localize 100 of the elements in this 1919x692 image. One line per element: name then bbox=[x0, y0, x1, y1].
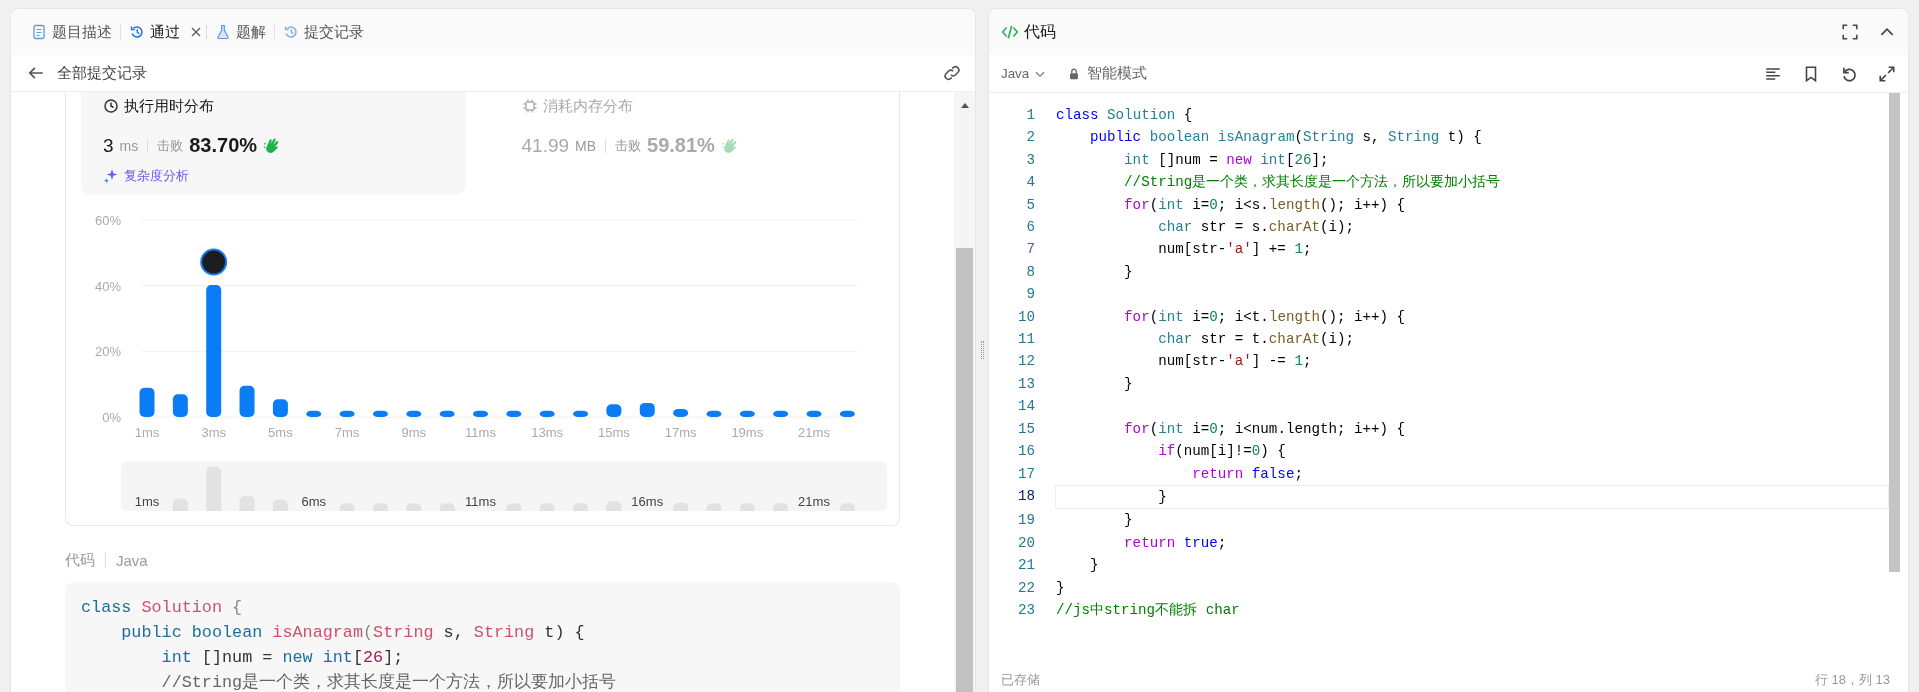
chart-navigator[interactable]: 1ms 6ms 11ms 16ms 21ms bbox=[121, 461, 887, 511]
beats-label: 击败 bbox=[157, 136, 184, 155]
bar bbox=[806, 410, 822, 417]
code-line: if(num[i]!=0) { bbox=[1157, 442, 1287, 462]
language-select[interactable]: Java bbox=[1001, 66, 1048, 81]
line-number: 7 bbox=[1025, 240, 1035, 260]
scrollbar-thumb[interactable] bbox=[1889, 93, 1900, 572]
save-status: 已存储 bbox=[1001, 671, 1040, 689]
beats-percent: 59.81% bbox=[647, 134, 715, 157]
bar bbox=[539, 410, 555, 417]
mini-bar bbox=[406, 503, 422, 511]
axis-label: 60% bbox=[94, 213, 121, 228]
bar bbox=[573, 410, 589, 417]
history-icon bbox=[283, 24, 299, 40]
bar bbox=[339, 410, 355, 417]
bar bbox=[506, 410, 522, 417]
line-number: 1 bbox=[1025, 106, 1035, 125]
line-number: 12 bbox=[1016, 352, 1035, 372]
bar bbox=[839, 410, 855, 417]
history-icon bbox=[129, 24, 145, 40]
bar bbox=[139, 387, 155, 417]
axis-label: 11ms bbox=[465, 494, 496, 509]
code-line: return true; bbox=[1123, 533, 1228, 553]
code-line: public boolean isAnagram(String s, String t) { bbox=[120, 622, 585, 644]
axis-label: 21ms bbox=[798, 425, 830, 440]
line-number: 8 bbox=[1025, 262, 1035, 282]
bar bbox=[473, 410, 488, 417]
bar bbox=[673, 409, 689, 417]
tab[interactable]: 题目描述 bbox=[25, 17, 118, 47]
axis-label: 40% bbox=[94, 278, 121, 294]
bar bbox=[439, 410, 455, 417]
stat-value: 3 bbox=[103, 134, 114, 157]
cursor-position: 行 18，列 13 bbox=[1814, 671, 1890, 689]
line-number: 4 bbox=[1025, 173, 1035, 193]
line-number: 21 bbox=[1016, 556, 1035, 576]
bar bbox=[739, 410, 755, 417]
clock-icon bbox=[103, 98, 119, 114]
axis-label: 7ms bbox=[334, 425, 360, 440]
axis-label: 0% bbox=[102, 410, 121, 425]
code-line: public boolean isAnagram(String s, String t) { bbox=[1089, 128, 1483, 148]
axis-label: 11ms bbox=[465, 425, 496, 440]
axis-label: 19ms bbox=[731, 425, 764, 440]
line-number: 13 bbox=[1016, 374, 1035, 394]
document-icon bbox=[31, 24, 47, 40]
code-line: int []num = new int[26]; bbox=[160, 647, 404, 669]
code-line: char str = t.charAt(i); bbox=[1157, 330, 1355, 350]
line-number: 20 bbox=[1016, 533, 1035, 553]
chip-icon bbox=[521, 98, 538, 114]
flask-icon bbox=[215, 24, 231, 40]
bar bbox=[773, 410, 789, 417]
code-line: //String是一个类，求其长度是一个方法，所以要加小括号 bbox=[160, 671, 617, 692]
fullscreen-icon[interactable] bbox=[1841, 23, 1859, 41]
axis-label: 3ms bbox=[201, 425, 226, 440]
mini-bar bbox=[839, 503, 855, 511]
mini-bar bbox=[372, 503, 388, 511]
bar bbox=[406, 410, 422, 417]
line-number: 22 bbox=[1016, 578, 1035, 598]
mini-bar bbox=[439, 503, 455, 511]
axis-label: 5ms bbox=[268, 425, 293, 440]
code-line: return false; bbox=[1191, 464, 1304, 484]
panel-title: 代码 bbox=[1024, 21, 1057, 42]
mini-bar bbox=[573, 503, 589, 511]
line-number: 10 bbox=[1016, 307, 1035, 327]
mini-bar bbox=[773, 503, 789, 511]
bar bbox=[306, 410, 322, 417]
line-number: 11 bbox=[1016, 330, 1035, 350]
axis-label: 20% bbox=[94, 344, 121, 360]
mini-bar bbox=[673, 502, 689, 511]
bar bbox=[239, 385, 255, 417]
code-line: class Solution { bbox=[1056, 106, 1194, 125]
mini-bar bbox=[206, 466, 222, 511]
resize-handle[interactable] bbox=[980, 341, 984, 359]
mini-bar bbox=[239, 496, 255, 511]
complexity-link[interactable]: 复杂度分析 bbox=[124, 167, 189, 185]
mini-bar bbox=[706, 503, 722, 511]
stat-title: 消耗内存分布 bbox=[542, 96, 633, 116]
code-label: 代码 bbox=[65, 550, 95, 570]
line-number: 3 bbox=[1025, 150, 1035, 170]
link-icon[interactable] bbox=[943, 64, 961, 82]
code-line: for(int i=0; i<num.length; i++) { bbox=[1123, 419, 1407, 439]
expand-icon[interactable] bbox=[1878, 64, 1896, 83]
mini-bar bbox=[606, 501, 622, 511]
line-number: 14 bbox=[1016, 397, 1035, 417]
tab[interactable]: 通过 bbox=[123, 17, 186, 47]
scrollbar-thumb[interactable] bbox=[956, 248, 973, 692]
tab[interactable]: 提交记录 bbox=[277, 17, 370, 47]
bar bbox=[172, 394, 188, 417]
mini-bar bbox=[739, 503, 755, 511]
code-line: for(int i=0; i<s.length(); i++) { bbox=[1123, 195, 1407, 215]
stat-panel[interactable]: 执行用时分布 3 ms 击败 83.70% 复杂度分析 bbox=[81, 92, 466, 195]
line-number: 23 bbox=[1016, 600, 1035, 620]
bar bbox=[639, 402, 655, 417]
axis-label: 1ms bbox=[134, 425, 160, 440]
clapping-hands-icon bbox=[720, 136, 739, 155]
scrollbar[interactable] bbox=[954, 92, 975, 692]
bar bbox=[272, 399, 288, 417]
tab[interactable]: 题解 bbox=[209, 17, 272, 47]
line-number: 15 bbox=[1016, 419, 1035, 439]
mini-bar bbox=[272, 499, 288, 511]
back-link[interactable]: 全部提交记录 bbox=[57, 63, 931, 83]
